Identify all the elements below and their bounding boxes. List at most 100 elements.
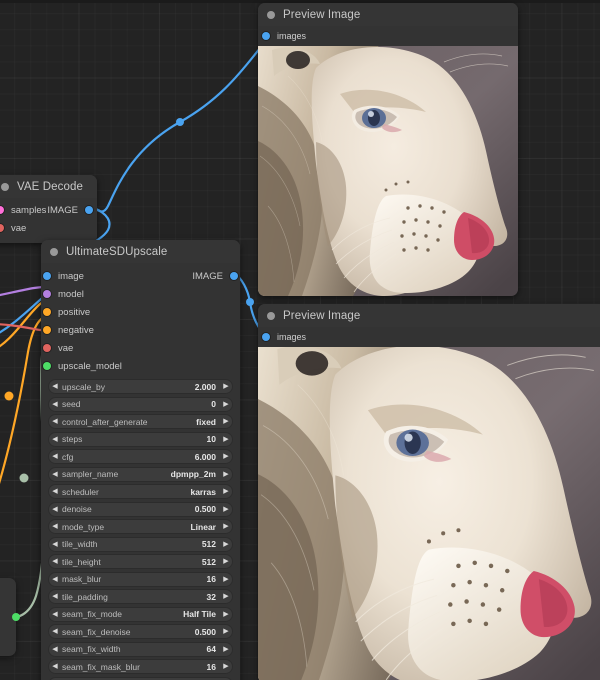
slot-vae[interactable]: vae [47,339,240,357]
widget-value[interactable]: 2.000 [195,382,216,392]
widget-increment-icon[interactable]: ▶ [219,628,233,635]
node-collapse-icon[interactable] [50,248,58,256]
widget-seam_fix_padding[interactable]: ◀seam_fix_padding32▶ [48,677,233,680]
slot-dot-upscale-model[interactable] [43,362,51,370]
node-collapse-icon[interactable] [267,312,275,320]
slot-dot-images[interactable] [262,333,270,341]
slot-image-out[interactable]: IMAGE [47,201,89,219]
widget-value[interactable]: 512 [202,557,216,567]
widget-value[interactable]: 6.000 [195,452,216,462]
widget-value[interactable]: 512 [202,539,216,549]
node-header-preview-2[interactable]: Preview Image [258,304,600,327]
widget-value[interactable]: karras [190,487,216,497]
widget-increment-icon[interactable]: ▶ [219,418,233,425]
widget-tile_padding[interactable]: ◀tile_padding32▶ [48,589,233,604]
widget-increment-icon[interactable]: ▶ [219,401,233,408]
node-preview-image-1[interactable]: Preview Image images [258,3,518,296]
preview-image-frame-1[interactable] [258,46,518,296]
widget-value[interactable]: Half Tile [183,609,216,619]
widget-decrement-icon[interactable]: ◀ [48,436,62,443]
widget-mask_blur[interactable]: ◀mask_blur16▶ [48,572,233,587]
widget-increment-icon[interactable]: ▶ [219,611,233,618]
slot-dot-image-in[interactable] [43,272,51,280]
node-collapse-icon[interactable] [1,183,9,191]
widget-decrement-icon[interactable]: ◀ [48,401,62,408]
widget-seam_fix_width[interactable]: ◀seam_fix_width64▶ [48,642,233,657]
widget-decrement-icon[interactable]: ◀ [48,523,62,530]
widget-control_after_generate[interactable]: ◀control_after_generatefixed▶ [48,414,233,429]
slot-dot-images[interactable] [262,32,270,40]
widget-value[interactable]: 64 [207,644,216,654]
widget-increment-icon[interactable]: ▶ [219,488,233,495]
widget-value[interactable]: 10 [207,434,216,444]
slot-positive[interactable]: positive [47,303,240,321]
slot-dot-vae[interactable] [0,224,4,232]
widget-decrement-icon[interactable]: ◀ [48,646,62,653]
widget-decrement-icon[interactable]: ◀ [48,506,62,513]
widget-denoise[interactable]: ◀denoise0.500▶ [48,502,233,517]
slot-upscale-model[interactable]: upscale_model [47,357,240,375]
widget-seam_fix_mask_blur[interactable]: ◀seam_fix_mask_blur16▶ [48,659,233,674]
widget-value[interactable]: 0 [211,399,216,409]
widget-increment-icon[interactable]: ▶ [219,383,233,390]
slot-samples[interactable]: samples [0,201,46,219]
slot-dot-image-out[interactable] [85,206,93,214]
widget-decrement-icon[interactable]: ◀ [48,471,62,478]
widget-value[interactable]: fixed [196,417,216,427]
slot-dot-positive[interactable] [43,308,51,316]
slot-images-preview-2[interactable]: images [266,327,600,347]
slot-dot-samples[interactable] [0,206,4,214]
widget-value[interactable]: 16 [207,574,216,584]
widget-decrement-icon[interactable]: ◀ [48,558,62,565]
widget-increment-icon[interactable]: ▶ [219,436,233,443]
slot-model[interactable]: model [47,285,240,303]
widget-decrement-icon[interactable]: ◀ [48,418,62,425]
widget-seam_fix_mode[interactable]: ◀seam_fix_modeHalf Tile▶ [48,607,233,622]
graph-canvas[interactable]: VAE Decode samples IMAGE vae Previ [0,0,600,680]
widget-decrement-icon[interactable]: ◀ [48,593,62,600]
widget-increment-icon[interactable]: ▶ [219,471,233,478]
widget-scheduler[interactable]: ◀schedulerkarras▶ [48,484,233,499]
node-vae-decode[interactable]: VAE Decode samples IMAGE vae [0,175,97,243]
offscreen-node-stub[interactable] [0,578,16,656]
slot-vae[interactable]: vae [0,219,97,237]
widget-tile_width[interactable]: ◀tile_width512▶ [48,537,233,552]
widget-decrement-icon[interactable]: ◀ [48,383,62,390]
widget-seed[interactable]: ◀seed0▶ [48,397,233,412]
slot-dot-model[interactable] [43,290,51,298]
node-collapse-icon[interactable] [267,11,275,19]
widget-value[interactable]: dpmpp_2m [171,469,216,479]
slot-negative[interactable]: negative [47,321,240,339]
slot-dot-image-out[interactable] [230,272,238,280]
widget-decrement-icon[interactable]: ◀ [48,541,62,548]
widget-increment-icon[interactable]: ▶ [219,576,233,583]
node-header-vae-decode[interactable]: VAE Decode [0,175,97,198]
widget-increment-icon[interactable]: ▶ [219,593,233,600]
slot-dot-upscale-model-out[interactable] [12,613,20,621]
widget-decrement-icon[interactable]: ◀ [48,628,62,635]
widget-increment-icon[interactable]: ▶ [219,663,233,670]
node-ultimate-sd-upscale[interactable]: UltimateSDUpscale image IMAGE model [41,240,240,680]
widget-decrement-icon[interactable]: ◀ [48,611,62,618]
node-header-upscale[interactable]: UltimateSDUpscale [41,240,240,263]
widget-decrement-icon[interactable]: ◀ [48,576,62,583]
slot-images-preview-1[interactable]: images [266,26,518,46]
widget-mode_type[interactable]: ◀mode_typeLinear▶ [48,519,233,534]
widget-upscale_by[interactable]: ◀upscale_by2.000▶ [48,379,233,394]
widget-tile_height[interactable]: ◀tile_height512▶ [48,554,233,569]
slot-image-in[interactable]: image [47,267,84,285]
widget-increment-icon[interactable]: ▶ [219,646,233,653]
widget-value[interactable]: 16 [207,662,216,672]
widget-steps[interactable]: ◀steps10▶ [48,432,233,447]
widget-increment-icon[interactable]: ▶ [219,523,233,530]
widget-decrement-icon[interactable]: ◀ [48,453,62,460]
widget-increment-icon[interactable]: ▶ [219,453,233,460]
widget-value[interactable]: 32 [207,592,216,602]
widget-value[interactable]: 0.500 [195,627,216,637]
widget-cfg[interactable]: ◀cfg6.000▶ [48,449,233,464]
preview-image-frame-2[interactable] [258,347,600,680]
widget-increment-icon[interactable]: ▶ [219,558,233,565]
widget-sampler_name[interactable]: ◀sampler_namedpmpp_2m▶ [48,467,233,482]
widget-value[interactable]: 0.500 [195,504,216,514]
slot-dot-vae[interactable] [43,344,51,352]
